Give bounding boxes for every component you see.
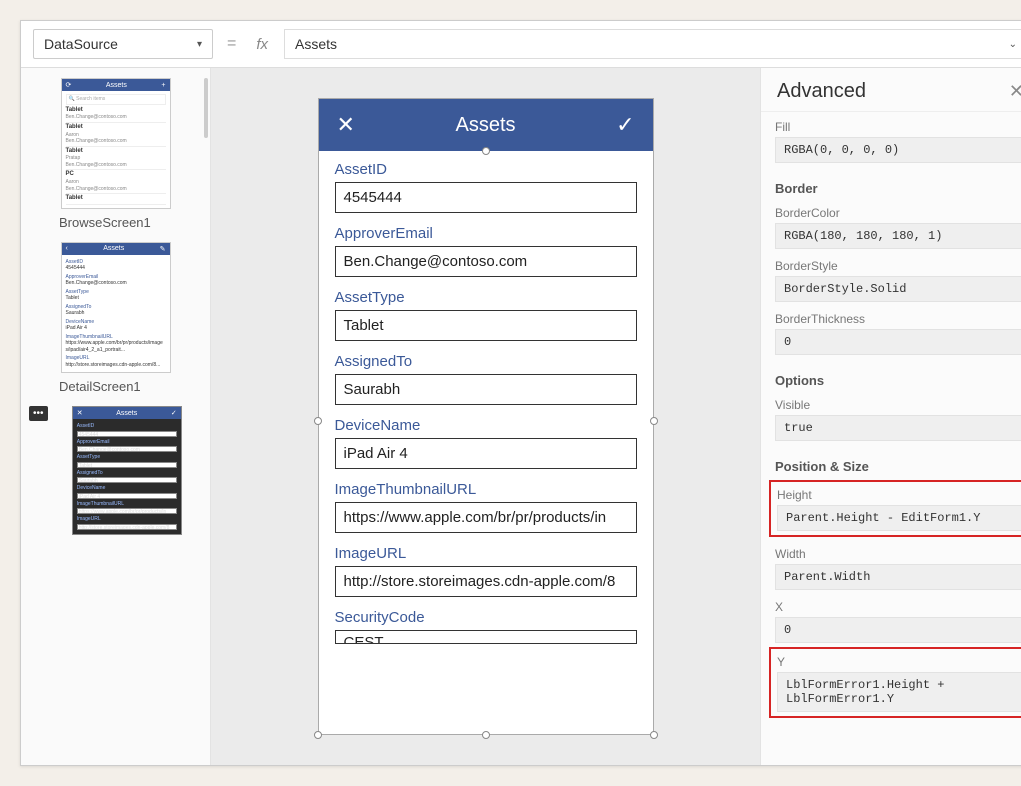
app-frame: DataSource ▾ = fx Assets ⌄ ⟳ Assets + bbox=[20, 20, 1021, 766]
cancel-icon[interactable]: ✕ bbox=[337, 112, 355, 138]
prop-label: BorderStyle bbox=[775, 259, 1021, 273]
prop-label: Width bbox=[775, 547, 1021, 561]
submit-icon[interactable]: ✓ bbox=[616, 112, 634, 138]
thumb-title: Assets bbox=[103, 245, 124, 252]
section-options: Options bbox=[775, 373, 1021, 388]
back-icon: ‹ bbox=[66, 245, 68, 252]
prop-label: BorderThickness bbox=[775, 312, 1021, 326]
field-label: DeviceName bbox=[335, 417, 637, 434]
app-title: Assets bbox=[455, 114, 515, 137]
plus-icon: + bbox=[161, 82, 165, 89]
field-label: ImageThumbnailURL bbox=[335, 481, 637, 498]
field-label: AssetType bbox=[335, 289, 637, 306]
prop-label: Visible bbox=[775, 398, 1021, 412]
section-border: Border bbox=[775, 181, 1021, 196]
panel-title: Advanced bbox=[777, 80, 866, 103]
prop-label: X bbox=[775, 600, 1021, 614]
close-icon: ✕ bbox=[77, 409, 83, 417]
form-field: ImageThumbnailURL https://www.apple.com/b… bbox=[335, 481, 637, 533]
field-label: AssignedTo bbox=[335, 353, 637, 370]
field-label: SecurityCode bbox=[335, 609, 637, 626]
prop-value[interactable]: Parent.Height - EditForm1.Y bbox=[777, 505, 1021, 531]
prop-value[interactable]: BorderStyle.Solid bbox=[775, 276, 1021, 302]
prop-value[interactable]: true bbox=[775, 415, 1021, 441]
equals-sign: = bbox=[223, 35, 240, 53]
fx-icon: fx bbox=[250, 36, 274, 53]
resize-handle[interactable] bbox=[314, 417, 322, 425]
screen-label: BrowseScreen1 bbox=[29, 215, 202, 230]
form-field: AssignedTo Saurabh bbox=[335, 353, 637, 405]
app-header: ✕ Assets ✓ bbox=[319, 99, 653, 151]
highlighted-height: Height Parent.Height - EditForm1.Y bbox=[769, 480, 1021, 537]
prop-value[interactable]: Parent.Width bbox=[775, 564, 1021, 590]
resize-handle[interactable] bbox=[482, 731, 490, 739]
screen-thumb-browse[interactable]: ⟳ Assets + 🔍 Search items TabletBen.Chan… bbox=[29, 78, 202, 230]
highlighted-y: Y LblFormError1.Height + LblFormError1.Y bbox=[769, 647, 1021, 718]
field-input[interactable]: 4545444 bbox=[335, 182, 637, 213]
field-input[interactable]: https://www.apple.com/br/pr/products/in bbox=[335, 502, 637, 533]
chevron-down-icon: ▾ bbox=[197, 39, 202, 50]
formula-value: Assets bbox=[295, 36, 337, 52]
form-field: SecurityCode CEST bbox=[335, 609, 637, 644]
prop-label: Fill bbox=[775, 120, 1021, 134]
check-icon: ✓ bbox=[171, 409, 177, 417]
formula-input[interactable]: Assets ⌄ bbox=[284, 29, 1021, 59]
panel-header: Advanced ✕ bbox=[761, 68, 1021, 112]
field-label: ApproverEmail bbox=[335, 225, 637, 242]
edit-form[interactable]: AssetID 4545444 ApproverEmail Ben.Change@c… bbox=[319, 151, 653, 654]
form-field: DeviceName iPad Air 4 bbox=[335, 417, 637, 469]
more-icon[interactable]: ••• bbox=[29, 406, 48, 421]
screens-panel[interactable]: ⟳ Assets + 🔍 Search items TabletBen.Chan… bbox=[21, 68, 211, 765]
form-field: AssetType Tablet bbox=[335, 289, 637, 341]
field-input[interactable]: Ben.Change@contoso.com bbox=[335, 246, 637, 277]
form-field: ApproverEmail Ben.Change@contoso.com bbox=[335, 225, 637, 277]
screen-label: DetailScreen1 bbox=[29, 379, 202, 394]
prop-label: Y bbox=[777, 655, 1021, 669]
resize-handle[interactable] bbox=[650, 731, 658, 739]
field-input[interactable]: Saurabh bbox=[335, 374, 637, 405]
field-input[interactable]: CEST bbox=[335, 630, 637, 644]
form-field: AssetID 4545444 bbox=[335, 161, 637, 213]
prop-label: Height bbox=[777, 488, 1021, 502]
field-label: AssetID bbox=[335, 161, 637, 178]
edit-icon: ✎ bbox=[160, 245, 166, 253]
field-label: ImageURL bbox=[335, 545, 637, 562]
formula-bar: DataSource ▾ = fx Assets ⌄ bbox=[21, 21, 1021, 68]
prop-value[interactable]: LblFormError1.Height + LblFormError1.Y bbox=[777, 672, 1021, 712]
property-dropdown[interactable]: DataSource ▾ bbox=[33, 29, 213, 59]
main-area: ⟳ Assets + 🔍 Search items TabletBen.Chan… bbox=[21, 68, 1021, 765]
section-position-size: Position & Size bbox=[775, 459, 1021, 474]
form-field: ImageURL http://store.storeimages.cdn-app… bbox=[335, 545, 637, 597]
prop-label: BorderColor bbox=[775, 206, 1021, 220]
panel-body[interactable]: Fill RGBA(0, 0, 0, 0) Border BorderColor… bbox=[761, 112, 1021, 765]
thumb-title: Assets bbox=[106, 82, 127, 89]
prop-value[interactable]: 0 bbox=[775, 617, 1021, 643]
resize-handle[interactable] bbox=[650, 417, 658, 425]
property-name: DataSource bbox=[44, 36, 118, 52]
prop-value[interactable]: RGBA(0, 0, 0, 0) bbox=[775, 137, 1021, 163]
phone-canvas[interactable]: ✕ Assets ✓ AssetID 4545444 ApproverEmail B… bbox=[318, 98, 654, 735]
resize-handle[interactable] bbox=[482, 147, 490, 155]
resize-handle[interactable] bbox=[314, 731, 322, 739]
close-icon[interactable]: ✕ bbox=[1009, 81, 1021, 102]
canvas-area[interactable]: ✕ Assets ✓ AssetID 4545444 ApproverEmail B… bbox=[211, 68, 760, 765]
screen-thumb-detail[interactable]: ‹ Assets ✎ AssetID4545444 ApproverEmailB… bbox=[29, 242, 202, 395]
scrollbar[interactable] bbox=[204, 78, 208, 138]
field-input[interactable]: iPad Air 4 bbox=[335, 438, 637, 469]
field-input[interactable]: http://store.storeimages.cdn-apple.com/8 bbox=[335, 566, 637, 597]
properties-panel: Advanced ✕ Fill RGBA(0, 0, 0, 0) Border … bbox=[760, 68, 1021, 765]
refresh-icon: ⟳ bbox=[66, 81, 72, 89]
thumb-title: Assets bbox=[116, 410, 137, 417]
field-input[interactable]: Tablet bbox=[335, 310, 637, 341]
screen-thumb-edit-selected[interactable]: ••• ✕ Assets ✓ AssetID4545444 ApproverEm… bbox=[29, 406, 202, 541]
prop-value[interactable]: RGBA(180, 180, 180, 1) bbox=[775, 223, 1021, 249]
formula-chevron-down-icon: ⌄ bbox=[1009, 39, 1017, 50]
prop-value[interactable]: 0 bbox=[775, 329, 1021, 355]
